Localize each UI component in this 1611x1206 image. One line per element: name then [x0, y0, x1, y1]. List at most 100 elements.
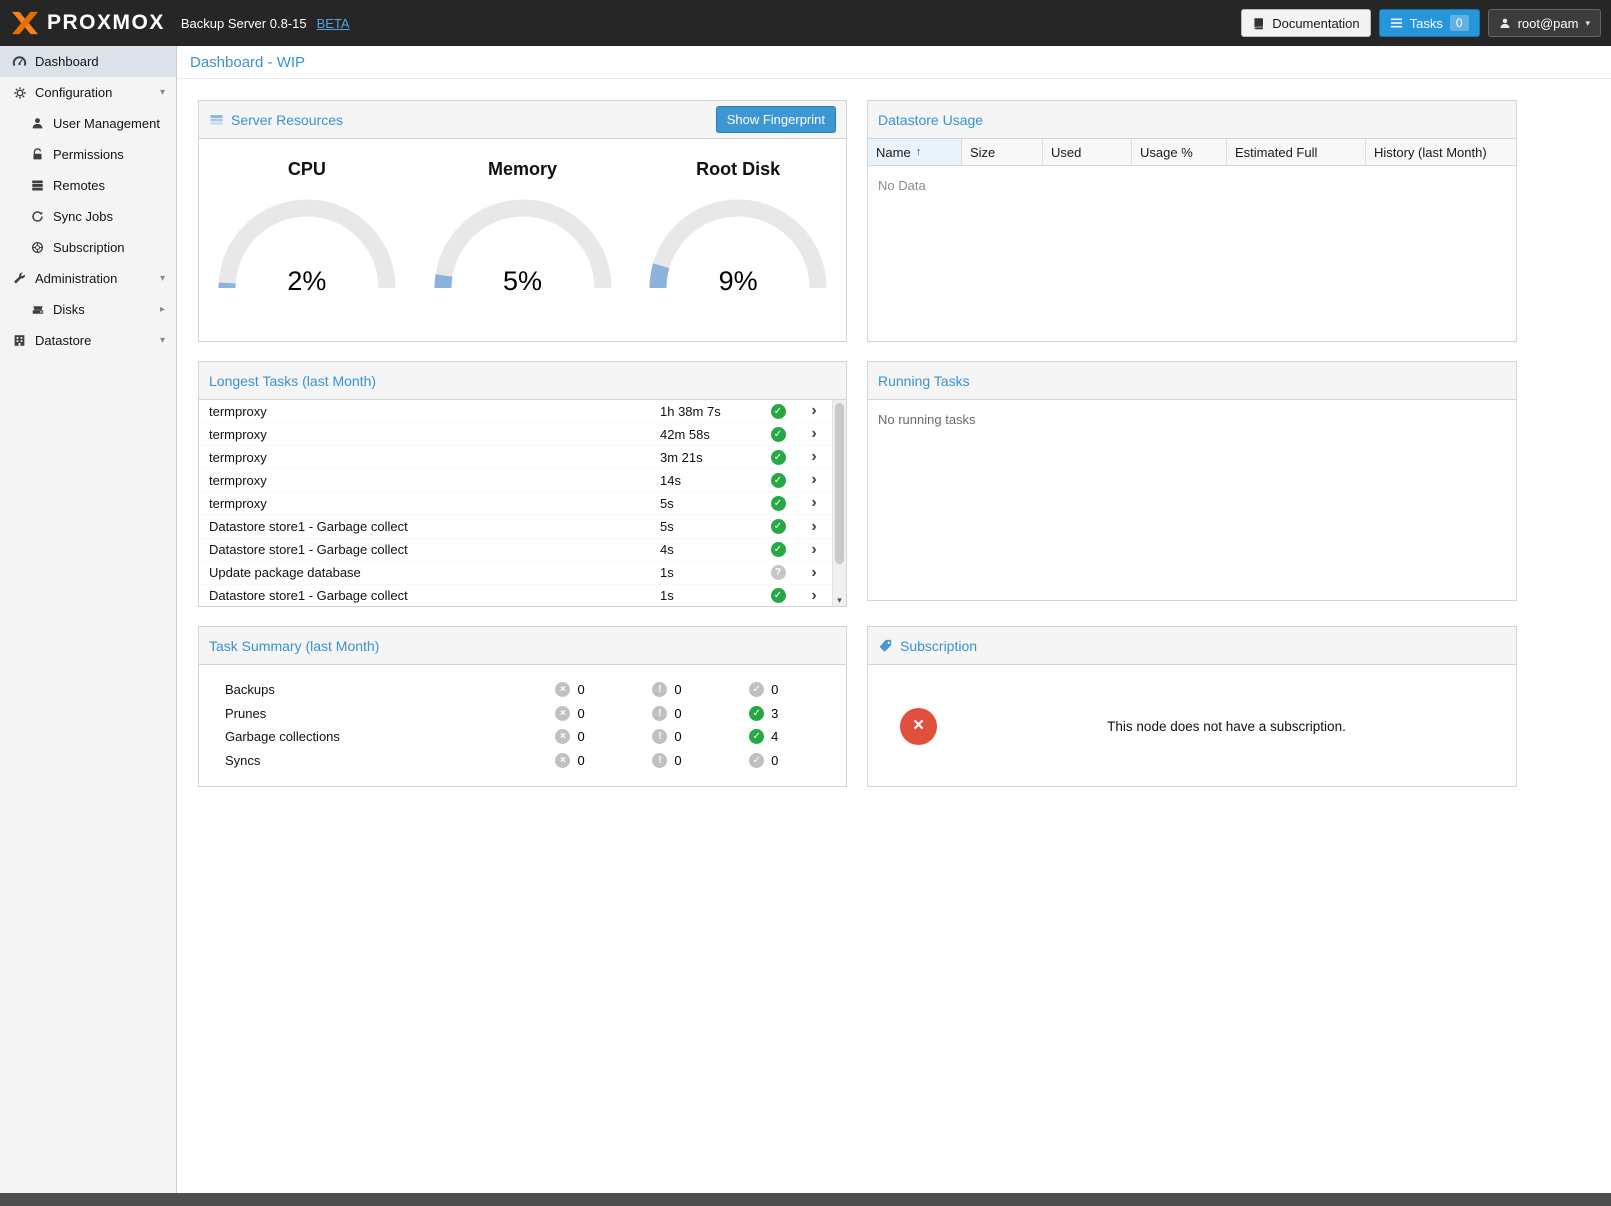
ok-status-icon: ✓	[749, 753, 764, 768]
chevron-right-icon[interactable]: ›	[796, 542, 832, 558]
column-label: Name	[876, 145, 911, 160]
gauge-cpu: CPU2%	[199, 159, 415, 342]
sidebar-item-datastore[interactable]: Datastore▾	[0, 325, 176, 356]
task-summary-cell: ✓3	[749, 706, 846, 721]
chevron-down-icon[interactable]: ▾	[160, 335, 165, 346]
task-name: Datastore store1 - Garbage collect	[209, 542, 660, 557]
sidebar-item-dashboard[interactable]: Dashboard	[0, 46, 176, 77]
task-row[interactable]: termproxy5s✓›	[199, 492, 832, 515]
ok-status-icon: ✓	[771, 496, 786, 511]
task-count: 0	[771, 682, 778, 697]
subscription-message: This node does not have a subscription.	[937, 719, 1516, 734]
task-summary-cell: !0	[652, 706, 749, 721]
documentation-button[interactable]: Documentation	[1241, 9, 1370, 37]
gauge-arc: 9%	[648, 196, 828, 292]
sidebar-item-subscription[interactable]: Subscription	[0, 232, 176, 263]
chevron-right-icon[interactable]: ›	[796, 495, 832, 511]
column-header-history-last-month[interactable]: History (last Month)	[1366, 139, 1516, 165]
chevron-down-icon[interactable]: ▾	[160, 273, 165, 284]
scrollbar[interactable]: ▾	[832, 400, 846, 607]
scroll-down-icon[interactable]: ▾	[833, 595, 846, 606]
user-menu-button[interactable]: root@pam ▾	[1488, 9, 1601, 37]
chevron-right-icon[interactable]: ›	[796, 519, 832, 535]
warning-status-icon: !	[652, 753, 667, 768]
column-label: Estimated Full	[1235, 145, 1317, 160]
task-row[interactable]: termproxy1h 38m 7s✓›	[199, 400, 832, 423]
chevron-right-icon[interactable]: ›	[796, 449, 832, 465]
sidebar-item-permissions[interactable]: Permissions	[0, 139, 176, 170]
ok-status-icon: ✓	[771, 542, 786, 557]
sidebar-item-user-management[interactable]: User Management	[0, 108, 176, 139]
task-summary-row[interactable]: Syncs×0!0✓0	[225, 749, 846, 773]
error-status-icon: ×	[555, 729, 570, 744]
task-row[interactable]: termproxy14s✓›	[199, 469, 832, 492]
user-icon	[29, 117, 46, 130]
task-status-cell: ✓	[760, 427, 796, 442]
chevron-right-icon[interactable]: ›	[796, 426, 832, 442]
chevron-right-icon[interactable]: ›	[796, 472, 832, 488]
task-summary-label: Prunes	[225, 706, 555, 721]
datastore-usage-empty: No Data	[868, 166, 1516, 342]
tasks-count-badge: 0	[1450, 15, 1469, 31]
content-header: Dashboard - WIP	[177, 46, 1611, 79]
sidebar-item-sync-jobs[interactable]: Sync Jobs	[0, 201, 176, 232]
column-header-size[interactable]: Size	[962, 139, 1043, 165]
user-menu-label: root@pam	[1518, 16, 1579, 31]
task-row[interactable]: Datastore store1 - Garbage collect5s✓›	[199, 515, 832, 538]
datastore-usage-title: Datastore Usage	[878, 112, 983, 128]
task-row[interactable]: termproxy3m 21s✓›	[199, 446, 832, 469]
show-fingerprint-button[interactable]: Show Fingerprint	[716, 106, 836, 133]
chevron-down-icon: ▾	[1585, 18, 1590, 29]
gauge-root-disk: Root Disk9%	[630, 159, 846, 342]
main-layout: DashboardConfiguration▾User ManagementPe…	[0, 46, 1611, 1193]
task-summary-cell: ✓4	[749, 729, 846, 744]
task-name: termproxy	[209, 496, 660, 511]
column-header-used[interactable]: Used	[1043, 139, 1132, 165]
column-header-usage[interactable]: Usage %	[1132, 139, 1227, 165]
task-row[interactable]: termproxy42m 58s✓›	[199, 423, 832, 446]
task-name: termproxy	[209, 450, 660, 465]
task-summary-row[interactable]: Garbage collections×0!0✓4	[225, 725, 846, 749]
task-status-cell: ✓	[760, 519, 796, 534]
scrollbar-thumb[interactable]	[835, 403, 844, 564]
gauge-memory: Memory5%	[415, 159, 631, 342]
task-summary-cell: ✓0	[749, 682, 846, 697]
running-tasks-title: Running Tasks	[878, 373, 970, 389]
chevron-right-icon[interactable]: ▸	[160, 304, 165, 315]
sidebar-item-disks[interactable]: Disks ▸	[0, 294, 176, 325]
task-name: termproxy	[209, 427, 660, 442]
chevron-right-icon[interactable]: ›	[796, 403, 832, 419]
task-row[interactable]: Datastore store1 - Garbage collect4s✓›	[199, 539, 832, 562]
longest-tasks-panel: Longest Tasks (last Month) termproxy1h 3…	[198, 361, 847, 607]
column-header-name[interactable]: Name↑	[868, 139, 962, 165]
task-name: Datastore store1 - Garbage collect	[209, 519, 660, 534]
column-label: Used	[1051, 145, 1081, 160]
chevron-right-icon[interactable]: ›	[796, 565, 832, 581]
task-summary-row[interactable]: Backups×0!0✓0	[225, 678, 846, 702]
sidebar-item-label: Administration	[35, 271, 117, 286]
task-count: 3	[771, 706, 778, 721]
sidebar: DashboardConfiguration▾User ManagementPe…	[0, 46, 177, 1193]
chevron-down-icon[interactable]: ▾	[160, 87, 165, 98]
task-row[interactable]: Update package database1s?›	[199, 562, 832, 585]
task-row[interactable]: Datastore store1 - Garbage collect1s✓›	[199, 585, 832, 607]
sidebar-item-remotes[interactable]: Remotes	[0, 170, 176, 201]
task-count: 0	[771, 753, 778, 768]
brand-text: PROXMOX	[47, 11, 165, 35]
proxmox-x-icon	[10, 10, 40, 36]
ok-status-icon: ✓	[749, 682, 764, 697]
sidebar-item-configuration[interactable]: Configuration▾	[0, 77, 176, 108]
task-summary-cell: ×0	[555, 706, 652, 721]
sidebar-item-label: Disks	[53, 302, 85, 317]
tasks-button[interactable]: Tasks 0	[1379, 9, 1480, 37]
server-resources-title: Server Resources	[231, 112, 343, 128]
ok-status-icon: ✓	[749, 729, 764, 744]
chevron-right-icon[interactable]: ›	[796, 588, 832, 604]
ticket-icon	[878, 639, 893, 653]
sidebar-item-administration[interactable]: Administration ▾	[0, 263, 176, 294]
column-header-estimated-full[interactable]: Estimated Full	[1227, 139, 1366, 165]
unknown-status-icon: ?	[771, 565, 786, 580]
task-summary-cell: !0	[652, 682, 749, 697]
task-summary-row[interactable]: Prunes×0!0✓3	[225, 702, 846, 726]
beta-link[interactable]: BETA	[317, 16, 350, 31]
